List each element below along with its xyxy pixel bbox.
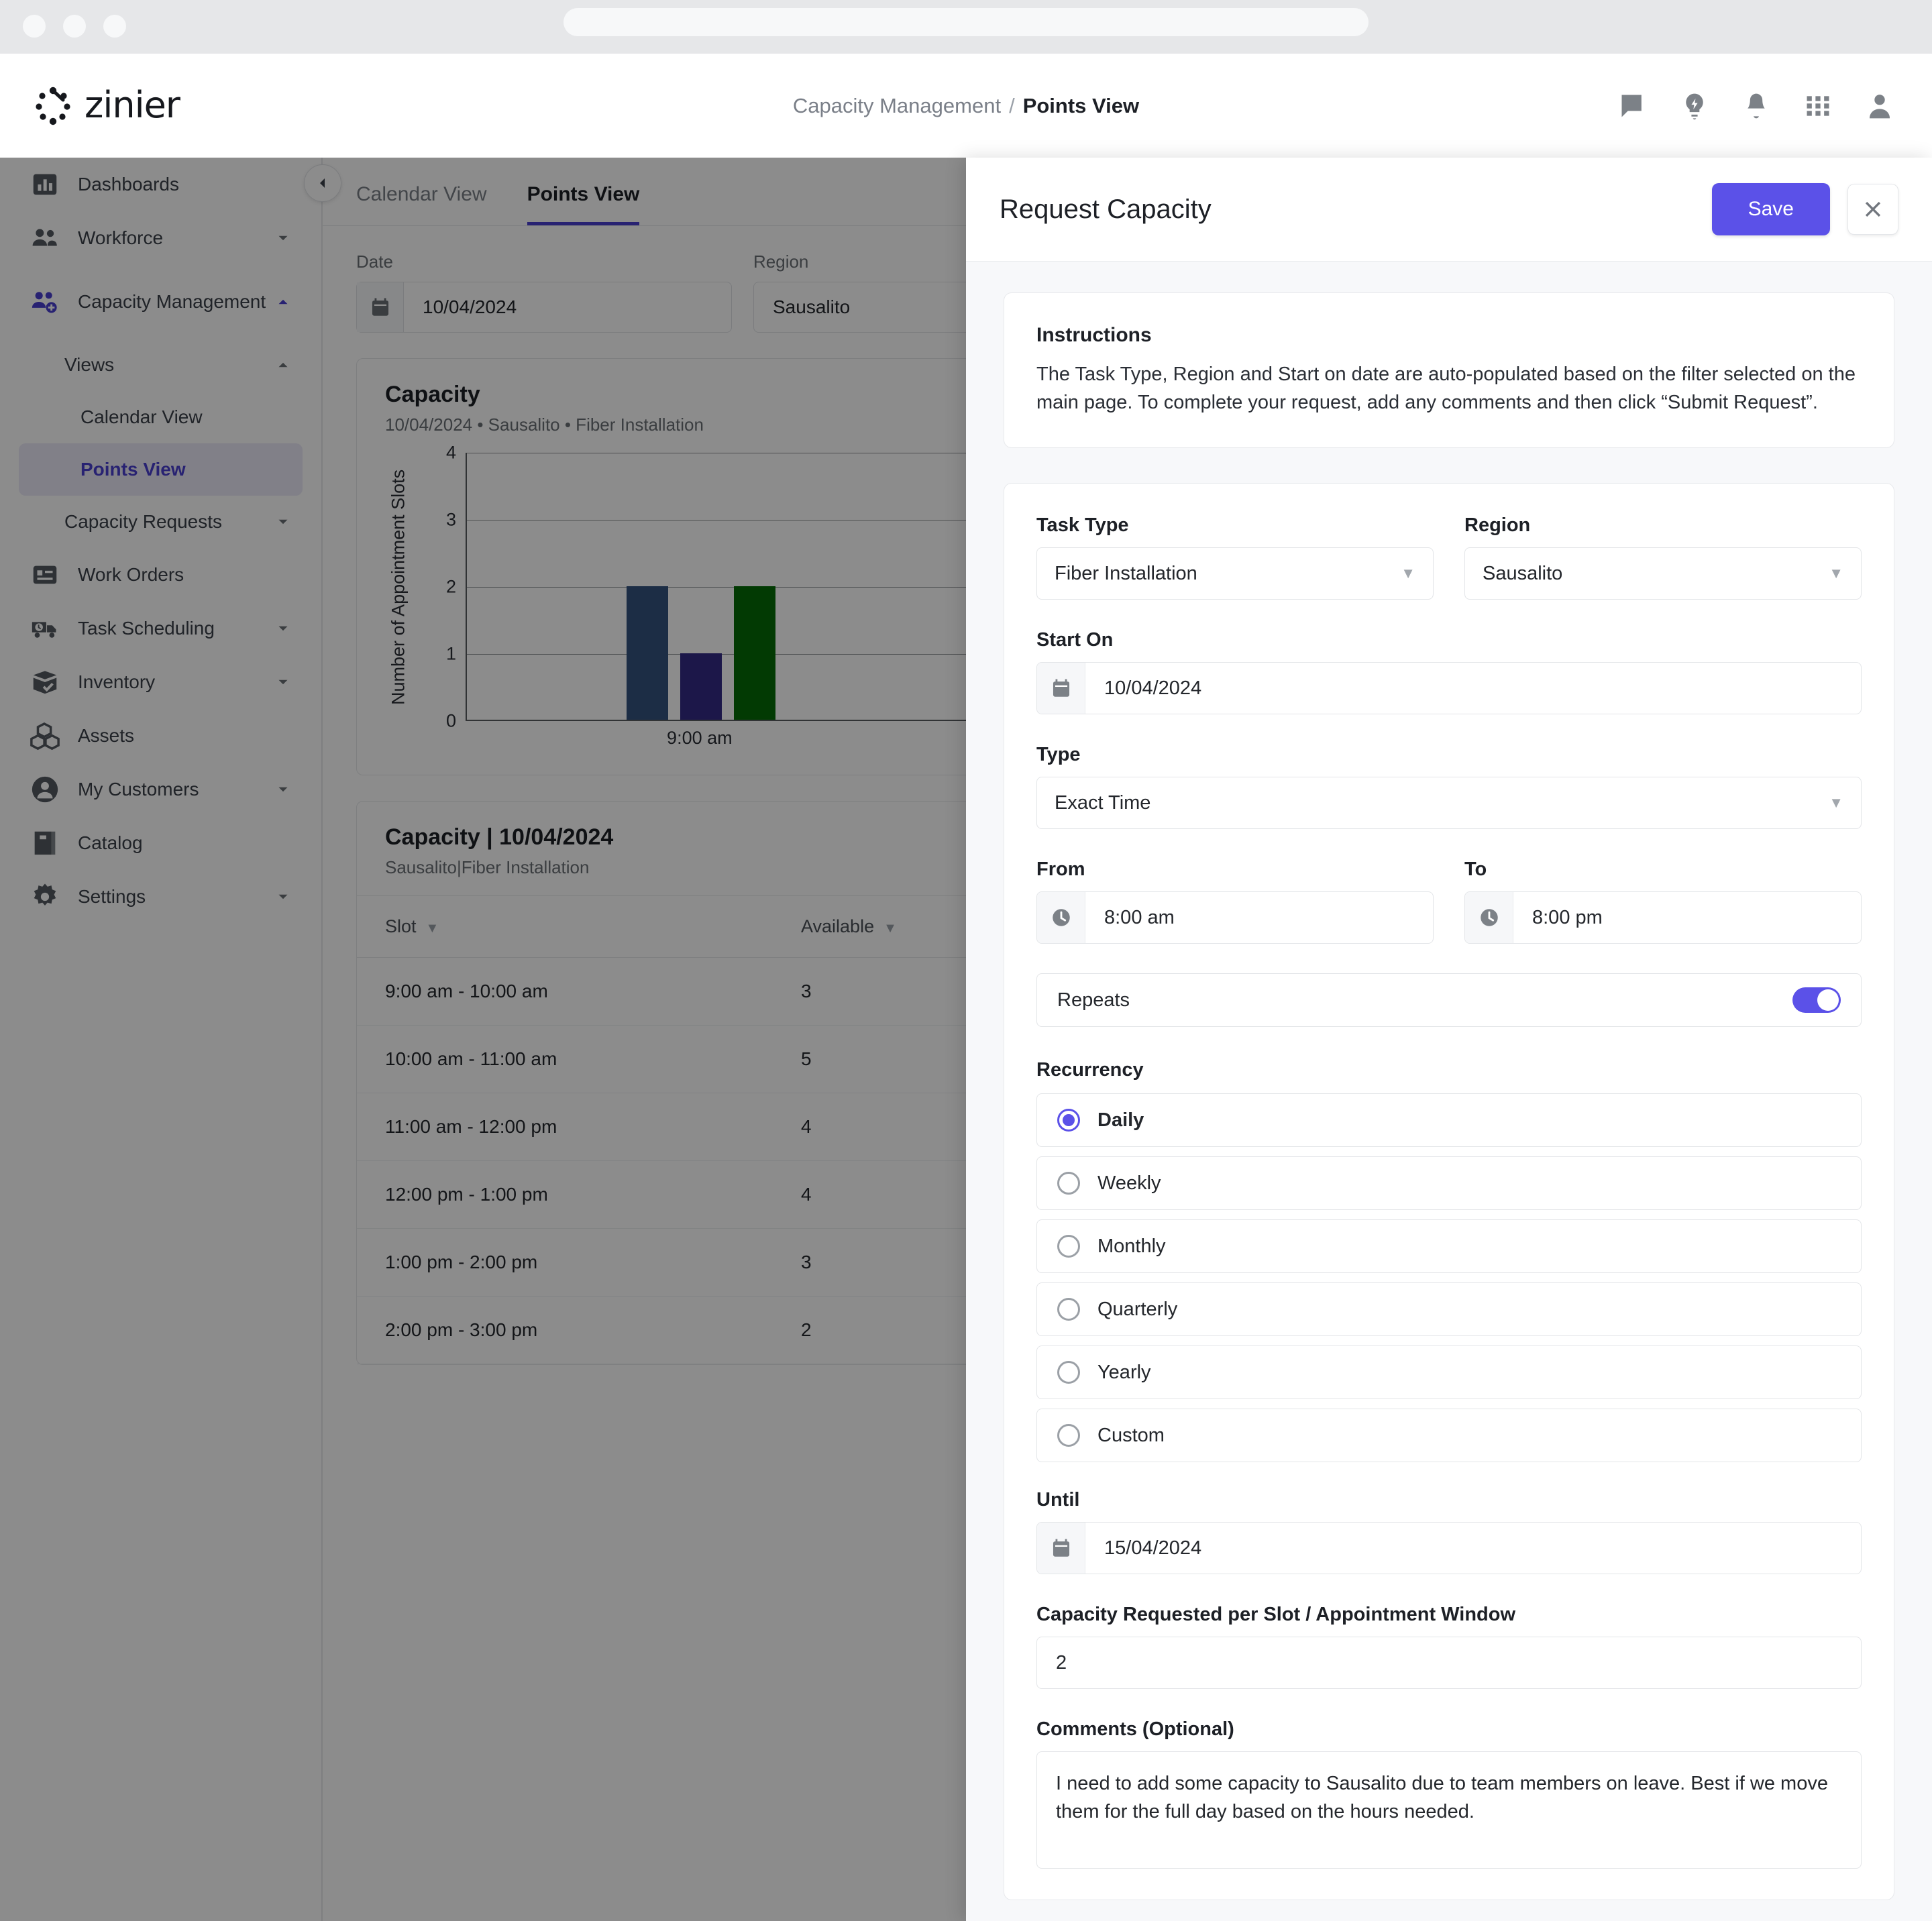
task-type-value: Fiber Installation	[1055, 562, 1197, 584]
app-header: zinier Capacity Management / Points View	[0, 54, 1932, 158]
type-select[interactable]: Exact Time ▼	[1036, 777, 1862, 830]
lightbulb-icon[interactable]	[1680, 91, 1709, 121]
breadcrumb-current: Points View	[1022, 93, 1140, 117]
instructions-body: The Task Type, Region and Start on date …	[1036, 364, 1856, 414]
radio-button-icon[interactable]	[1057, 1361, 1080, 1384]
close-x-icon	[1865, 201, 1881, 217]
app-logo[interactable]: zinier	[32, 84, 180, 126]
capacity-requested-field: Capacity Requested per Slot / Appointmen…	[1036, 1604, 1862, 1690]
calendar-icon	[1037, 1523, 1085, 1574]
window-controls	[23, 15, 126, 38]
radio-button-icon[interactable]	[1057, 1424, 1080, 1447]
radio-button-icon[interactable]	[1057, 1298, 1080, 1321]
start-on-field: Start On 10/04/2024	[1036, 629, 1862, 715]
type-field: Type Exact Time ▼	[1036, 744, 1862, 830]
capacity-requested-label: Capacity Requested per Slot / Appointmen…	[1036, 1604, 1516, 1626]
repeats-toggle-switch[interactable]	[1792, 987, 1841, 1013]
modal-dim-overlay[interactable]	[0, 158, 966, 1921]
clock-icon	[1037, 892, 1085, 944]
repeats-label: Repeats	[1057, 989, 1130, 1011]
recurrency-option-monthly[interactable]: Monthly	[1036, 1219, 1862, 1274]
type-value: Exact Time	[1055, 791, 1151, 814]
region-label: Region	[1464, 514, 1531, 537]
recurrency-label: Recurrency	[1036, 1059, 1144, 1081]
region-select[interactable]: Sausalito ▼	[1464, 547, 1862, 600]
recurrency-option-quarterly[interactable]: Quarterly	[1036, 1282, 1862, 1337]
recurrency-option-list: Daily Weekly Monthly Quarterly Yearly Custom	[1036, 1093, 1862, 1463]
request-capacity-panel: Request Capacity Save Instructions The T…	[966, 158, 1932, 1921]
radio-button-icon[interactable]	[1057, 1109, 1080, 1132]
from-to-row: From 8:00 am To 8:00 pm	[1036, 859, 1862, 944]
start-on-label: Start On	[1036, 629, 1114, 651]
comments-textarea[interactable]: I need to add some capacity to Sausalito…	[1036, 1751, 1862, 1869]
comments-field: Comments (Optional) I need to add some c…	[1036, 1718, 1862, 1869]
to-field: To 8:00 pm	[1464, 859, 1862, 944]
instructions-title: Instructions	[1036, 324, 1152, 346]
capacity-requested-input[interactable]: 2	[1036, 1637, 1862, 1690]
close-panel-button[interactable]	[1847, 184, 1898, 235]
region-field: Region Sausalito ▼	[1464, 514, 1862, 600]
recurrency-option-label: Daily	[1097, 1109, 1144, 1131]
to-time-value: 8:00 pm	[1532, 906, 1603, 928]
bell-icon[interactable]	[1741, 91, 1771, 121]
task-type-select[interactable]: Fiber Installation ▼	[1036, 547, 1434, 600]
recurrency-option-label: Custom	[1097, 1424, 1165, 1446]
browser-chrome	[0, 0, 1932, 54]
from-label: From	[1036, 859, 1085, 881]
recurrency-option-label: Weekly	[1097, 1172, 1161, 1194]
panel-header: Request Capacity Save	[966, 158, 1932, 262]
until-label: Until	[1036, 1489, 1080, 1511]
message-icon[interactable]	[1618, 91, 1648, 121]
chevron-down-icon: ▼	[1401, 565, 1415, 582]
window-minimize-dot[interactable]	[63, 15, 86, 38]
calendar-icon	[1037, 663, 1085, 714]
repeats-toggle-row[interactable]: Repeats	[1036, 973, 1862, 1028]
start-on-input[interactable]: 10/04/2024	[1036, 662, 1862, 715]
region-value: Sausalito	[1483, 562, 1563, 584]
panel-title: Request Capacity	[1000, 194, 1212, 224]
browser-url-bar[interactable]	[564, 8, 1368, 36]
chevron-down-icon: ▼	[1829, 794, 1843, 812]
recurrency-option-label: Quarterly	[1097, 1298, 1178, 1320]
zinier-logo-mark	[32, 85, 74, 126]
header-icon-group	[1618, 54, 1894, 158]
radio-button-icon[interactable]	[1057, 1235, 1080, 1258]
type-label: Type	[1036, 744, 1081, 766]
from-time-value: 8:00 am	[1104, 906, 1175, 928]
to-time-input[interactable]: 8:00 pm	[1464, 891, 1862, 944]
until-input[interactable]: 15/04/2024	[1036, 1522, 1862, 1575]
panel-body: Instructions The Task Type, Region and S…	[966, 262, 1932, 1921]
app-root: zinier Capacity Management / Points View	[0, 0, 1932, 1921]
recurrency-option-yearly[interactable]: Yearly	[1036, 1346, 1862, 1400]
task-type-region-row: Task Type Fiber Installation ▼ Region Sa…	[1036, 514, 1862, 600]
logo-text: zinier	[85, 84, 180, 126]
recurrency-option-custom[interactable]: Custom	[1036, 1409, 1862, 1463]
until-value: 15/04/2024	[1104, 1537, 1202, 1559]
save-button[interactable]: Save	[1711, 183, 1830, 235]
task-type-label: Task Type	[1036, 514, 1129, 537]
from-field: From 8:00 am	[1036, 859, 1434, 944]
request-form-card: Task Type Fiber Installation ▼ Region Sa…	[1004, 483, 1894, 1901]
from-time-input[interactable]: 8:00 am	[1036, 891, 1434, 944]
apps-grid-icon[interactable]	[1803, 91, 1833, 121]
recurrency-option-daily[interactable]: Daily	[1036, 1093, 1862, 1148]
recurrency-option-weekly[interactable]: Weekly	[1036, 1156, 1862, 1211]
start-on-value: 10/04/2024	[1104, 677, 1202, 699]
instructions-card: Instructions The Task Type, Region and S…	[1004, 292, 1894, 449]
until-field: Until 15/04/2024	[1036, 1489, 1862, 1575]
radio-button-icon[interactable]	[1057, 1172, 1080, 1195]
user-avatar-icon[interactable]	[1865, 91, 1894, 121]
comments-label: Comments (Optional)	[1036, 1718, 1234, 1741]
window-close-dot[interactable]	[23, 15, 46, 38]
recurrency-option-label: Yearly	[1097, 1361, 1151, 1383]
chevron-down-icon: ▼	[1829, 565, 1843, 582]
clock-icon	[1465, 892, 1513, 944]
recurrency-option-label: Monthly	[1097, 1235, 1166, 1257]
to-label: To	[1464, 859, 1487, 881]
breadcrumb-parent[interactable]: Capacity Management	[793, 94, 1001, 118]
breadcrumb-separator: /	[1009, 93, 1015, 117]
window-maximize-dot[interactable]	[103, 15, 126, 38]
task-type-field: Task Type Fiber Installation ▼	[1036, 514, 1434, 600]
